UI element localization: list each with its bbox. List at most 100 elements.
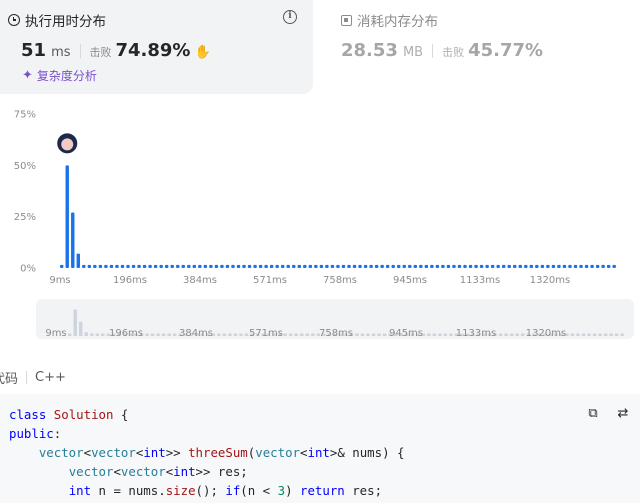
overview-tick-label: 384ms [179,328,213,339]
overview-bar [79,321,83,336]
overview-bar [498,333,503,336]
overview-bar [382,333,387,336]
distribution-bar [535,264,539,268]
overview-tick-label: 945ms [389,328,423,339]
overview-tick-label: 1133ms [456,328,496,339]
distribution-bar [142,264,147,268]
overview-bar [156,333,160,336]
code-language: C++ [35,370,66,385]
distribution-bar [181,264,185,268]
overview-bar [172,333,177,336]
distribution-bar [595,264,600,268]
code-line: vector<vector<int>> res; [68,464,248,479]
overview-bar [233,333,238,336]
x-tick-label: 384ms [183,275,217,286]
overview-bar [438,333,442,336]
overview-bar [576,333,580,336]
distribution-bar [203,264,208,268]
divider [26,371,28,384]
swap-icon[interactable]: ⇄ [612,402,634,424]
overview-bar [360,333,365,336]
y-tick-label: 25% [14,212,36,223]
distribution-bar [148,264,152,268]
distribution-bar [314,264,318,268]
overview-bar [371,333,376,336]
overview-bar [603,333,608,336]
distribution-bar [264,264,268,268]
distribution-bar [176,264,180,268]
distribution-bar [612,264,616,268]
overview-tick-label: 196ms [109,328,143,339]
distribution-bar [424,264,429,268]
distribution-bar [231,264,235,268]
distribution-bar [115,264,119,268]
avatar-face [61,138,74,151]
overview-bar [592,333,597,336]
overview-bar [294,333,298,336]
distribution-bar [441,264,445,268]
overview-bar [145,333,149,336]
distribution-bar [336,264,340,268]
distribution-bar [457,264,462,268]
distribution-bar [413,264,418,268]
overview-bar [161,333,166,336]
runtime-distribution-chart[interactable]: 75% 50% 25% 0% 9ms 196ms 384ms 571ms 758ms 945ms 1… [0,0,640,345]
overview-bar [366,333,370,336]
distribution-bar [507,264,511,268]
overview-bar [68,333,72,336]
distribution-bar [303,264,307,268]
distribution-bar [120,264,125,268]
overview-bar [432,333,437,336]
overview-bar [427,333,431,336]
distribution-bar [60,264,64,268]
distribution-bar [104,264,108,268]
distribution-bar [242,264,246,268]
overview-bar [443,333,448,336]
distribution-bar [463,264,467,268]
distribution-bar [479,264,484,268]
overview-bar [300,333,304,336]
distribution-bar [330,264,335,268]
distribution-bar [490,264,495,268]
overview-bar [377,333,381,336]
distribution-bar [137,264,141,268]
copy-icon[interactable]: ⧉ [582,402,604,424]
distribution-bar [98,264,103,268]
overview-bar [150,333,155,336]
code-toolbar: ⧉ ⇄ [582,402,634,424]
distribution-bar [71,212,75,268]
distribution-bar [557,264,561,268]
distribution-bar [347,264,351,268]
overview-bar [73,309,77,336]
distribution-bar [568,264,572,268]
distribution-bar [551,264,556,268]
distribution-bar [225,264,230,268]
x-tick-label: 945ms [393,275,427,286]
x-tick-label: 1320ms [530,275,570,286]
overview-bar [570,333,575,336]
distribution-bar [408,264,412,268]
distribution-bar [352,264,357,268]
x-tick-label: 758ms [323,275,357,286]
overview-bar [609,333,613,336]
overview-bar [95,333,100,336]
distribution-bar [380,264,384,268]
distribution-bar [573,264,578,268]
distribution-bar [584,264,589,268]
y-tick-label: 0% [20,264,36,275]
code-line: public: [9,426,62,441]
distribution-bar [341,264,346,268]
overview-tick-label: 1320ms [526,328,566,339]
distribution-bar [562,264,567,268]
code-line: class Solution { [9,407,129,422]
overview-bar [84,332,88,336]
overview-tick-label: 758ms [319,328,353,339]
overview-bar [228,333,232,336]
overview-tick-label: 571ms [249,328,283,339]
code-label: 代码 [0,372,19,387]
distribution-bar [601,264,605,268]
x-tick-label: 9ms [49,275,70,286]
overview-bar [509,333,514,336]
code-content: class Solution { public: vector<vector<in… [9,405,404,500]
overview-bar [515,333,519,336]
